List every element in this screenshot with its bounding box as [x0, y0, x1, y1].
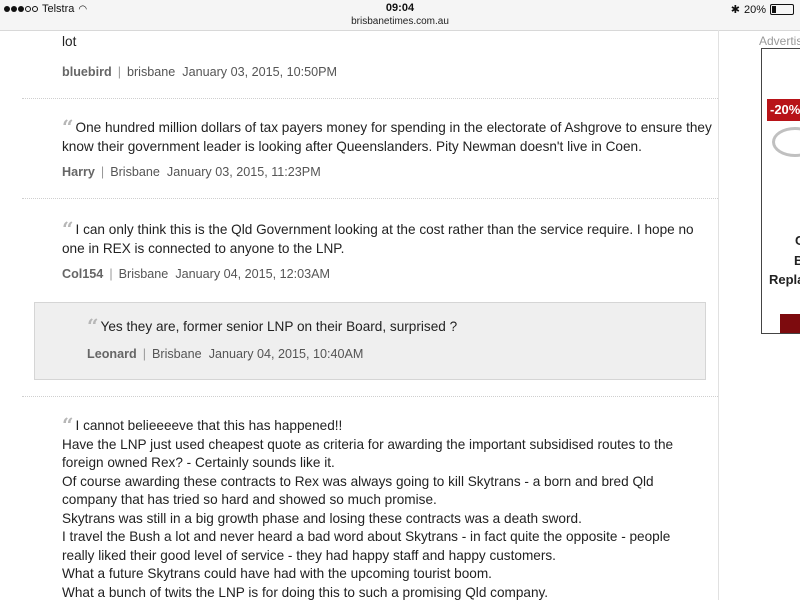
url-bar[interactable]: brisbanetimes.com.au [0, 15, 800, 28]
comment-line: I cannot belieeeeve that this has happen… [75, 418, 343, 433]
comment-date: January 03, 2015, 10:50PM [182, 64, 338, 79]
discount-badge: -20% [767, 99, 800, 121]
bluetooth-icon: ✱ [730, 4, 740, 16]
comment-author[interactable]: Leonard [87, 347, 137, 361]
quote-icon: “ [62, 413, 74, 437]
status-bar: Telstra ◠ 09:04 brisbanetimes.com.au ✱ 2… [0, 0, 800, 31]
sidebar-ad: Advertisement -20% C B Repla $ [756, 30, 800, 600]
comment-meta: Harry | Brisbane January 03, 2015, 11:23PM [62, 165, 321, 179]
comment-meta: bluebird | brisbane January 03, 2015, 10:5… [62, 64, 338, 79]
comment-line: Of course awarding these contracts to Re… [62, 473, 654, 489]
ad-label: Advertisement [759, 34, 800, 48]
divider [22, 396, 718, 397]
comment-line: What a future Skytrans could have had wi… [62, 566, 492, 581]
comment-date: January 03, 2015, 11:23PM [166, 165, 321, 179]
comment-text: Yes they are, former senior LNP on their… [100, 319, 458, 334]
ad-text-line: C [795, 233, 800, 248]
comment-line: What a bunch of twits the LNP is for doi… [62, 584, 549, 600]
comment-date: January 04, 2015, 10:40AM [208, 346, 364, 361]
comment: “One hundred million dollars of tax paye… [62, 115, 712, 179]
comment-location: Brisbane [118, 267, 169, 281]
quote-icon: “ [87, 314, 99, 338]
clock: 09:04 [385, 2, 415, 14]
comment-location: Brisbane [151, 346, 202, 361]
divider [22, 198, 718, 199]
divider [22, 98, 718, 99]
ad-text-line: Repla [769, 272, 800, 287]
comment-line: I travel the Bush a lot and never heard … [62, 529, 671, 544]
ad-banner[interactable]: -20% C B Repla $ [761, 48, 800, 334]
comment-line: Have the LNP just used cheapest quote as… [62, 436, 674, 452]
comment-line: Skytrans was still in a big growth phase… [62, 510, 582, 526]
comments-list: lot bluebird | brisbane January 03, 2015, … [22, 30, 719, 600]
comment-location: Brisbane [110, 165, 160, 179]
quote-icon: “ [62, 217, 74, 241]
ad-text-line: B [794, 253, 800, 268]
comment-text: lot [62, 34, 77, 49]
reply-box: “Yes they are, former senior LNP on thei… [34, 302, 706, 380]
battery-percent: 20% [743, 3, 766, 16]
comment: “I cannot belieeeeve that this has happe… [62, 413, 712, 600]
product-image [772, 127, 800, 157]
ad-button[interactable] [780, 314, 800, 333]
comment-author[interactable]: Harry [62, 165, 95, 179]
quote-icon: “ [62, 115, 74, 139]
comment-location: brisbane [126, 64, 176, 79]
comment-date: January 04, 2015, 12:03AM [175, 267, 331, 281]
comment-text: I can only think this is the Qld Governm… [62, 222, 694, 256]
battery-icon [770, 4, 794, 15]
comment-meta: Leonard | Brisbane January 04, 2015, 10:40… [87, 346, 364, 361]
comment-line: company that has tried so hard and showe… [62, 492, 437, 507]
comment-meta: Col154 | Brisbane January 04, 2015, 12:03A… [62, 267, 331, 281]
comment: “I can only think this is the Qld Govern… [62, 217, 712, 281]
comment: lot bluebird | brisbane January 03, 2015, … [62, 33, 712, 79]
comment-line: really liked their good level of service… [62, 547, 556, 563]
comment-author[interactable]: Col154 [62, 267, 103, 281]
comment-author[interactable]: bluebird [62, 65, 112, 79]
comment-text: One hundred million dollars of tax payer… [62, 120, 712, 154]
comment-line: foreign owned Rex? - Certainly sounds li… [62, 455, 335, 470]
